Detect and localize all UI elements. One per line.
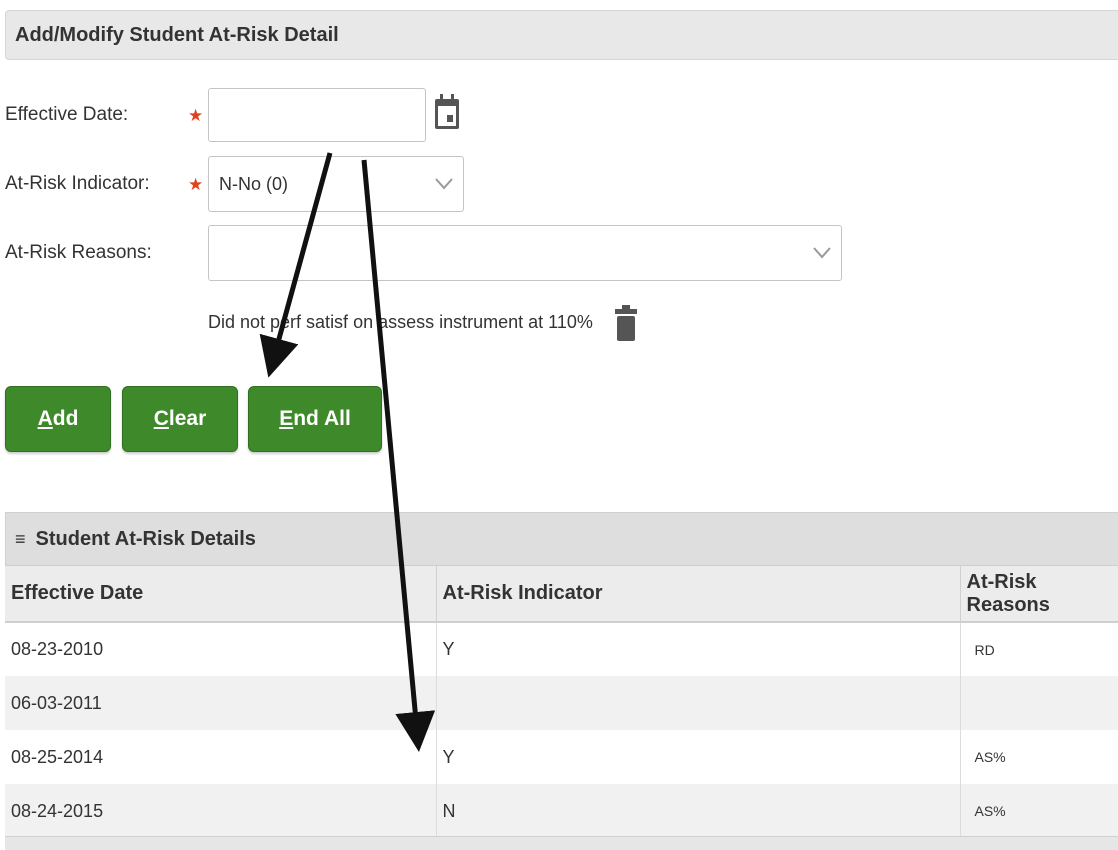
chevron-down-icon bbox=[435, 178, 453, 190]
cell-date: 08-24-2015 bbox=[5, 784, 436, 838]
calendar-icon[interactable] bbox=[432, 93, 462, 133]
column-header-effective-date[interactable]: Effective Date bbox=[5, 566, 436, 623]
column-header-reasons[interactable]: At-Risk Reasons bbox=[959, 566, 1118, 623]
clear-button-label: lear bbox=[168, 407, 207, 430]
clear-button-accesskey: C bbox=[153, 407, 169, 430]
end-all-button-label: nd All bbox=[293, 407, 351, 430]
form-section-header: Add/Modify Student At-Risk Detail bbox=[5, 10, 1118, 60]
table-row[interactable]: 08-25-2014 Y AS% bbox=[5, 730, 1118, 784]
effective-date-input[interactable] bbox=[208, 88, 426, 142]
cell-reasons bbox=[959, 676, 1118, 730]
clear-button[interactable]: Clear bbox=[122, 386, 238, 452]
grid-section-header: ≡ Student At-Risk Details bbox=[5, 512, 1118, 566]
end-all-button[interactable]: End All bbox=[248, 386, 382, 452]
indicator-label: At-Risk Indicator: bbox=[5, 173, 150, 194]
grid-title: Student At-Risk Details bbox=[35, 527, 256, 550]
reasons-select[interactable] bbox=[208, 225, 842, 281]
column-header-indicator[interactable]: At-Risk Indicator bbox=[435, 566, 960, 623]
cell-reasons: RD bbox=[959, 622, 1118, 676]
cell-date: 08-25-2014 bbox=[5, 730, 436, 784]
cell-indicator: Y bbox=[435, 622, 960, 676]
cell-indicator: N bbox=[435, 784, 960, 838]
indicator-select-value: N-No (0) bbox=[219, 173, 289, 194]
table-footer-strip bbox=[5, 836, 1118, 850]
cell-indicator bbox=[435, 676, 960, 730]
cell-indicator: Y bbox=[435, 730, 960, 784]
cell-date: 08-23-2010 bbox=[5, 622, 436, 676]
selected-reason-text: Did not perf satisf on assess instrument… bbox=[208, 312, 593, 332]
effective-date-label: Effective Date: bbox=[5, 104, 129, 125]
table-row[interactable]: 08-24-2015 N AS% bbox=[5, 784, 1118, 838]
trash-icon[interactable] bbox=[614, 304, 638, 342]
required-star: ★ bbox=[188, 106, 204, 125]
cell-reasons: AS% bbox=[959, 784, 1118, 838]
add-button[interactable]: Add bbox=[5, 386, 111, 452]
cell-date: 06-03-2011 bbox=[5, 676, 436, 730]
chevron-down-icon bbox=[813, 247, 831, 259]
at-risk-details-table: Effective Date At-Risk Indicator At-Risk… bbox=[5, 566, 1118, 838]
menu-icon[interactable]: ≡ bbox=[15, 529, 26, 550]
table-row[interactable]: 08-23-2010 Y RD bbox=[5, 622, 1118, 676]
add-button-accesskey: A bbox=[37, 407, 53, 430]
table-row[interactable]: 06-03-2011 bbox=[5, 676, 1118, 730]
cell-reasons: AS% bbox=[959, 730, 1118, 784]
required-star: ★ bbox=[188, 175, 204, 194]
reasons-label: At-Risk Reasons: bbox=[5, 242, 152, 263]
form-title: Add/Modify Student At-Risk Detail bbox=[15, 23, 339, 46]
table-header-row: Effective Date At-Risk Indicator At-Risk… bbox=[5, 566, 1118, 623]
indicator-select[interactable]: N-No (0) bbox=[208, 156, 464, 212]
end-all-button-accesskey: E bbox=[279, 407, 294, 430]
add-button-label: dd bbox=[52, 407, 79, 430]
